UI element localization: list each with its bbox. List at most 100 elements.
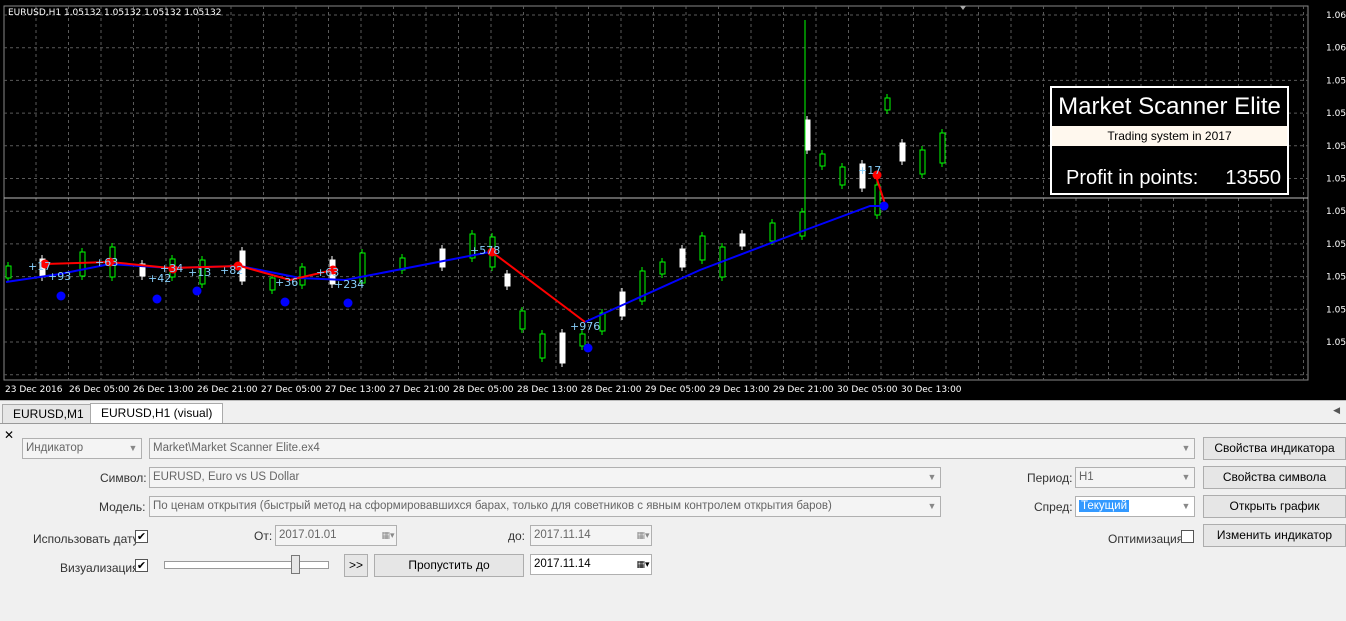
price-axis-label: 1.0510: [1326, 338, 1346, 348]
candle-body: [839, 166, 846, 186]
optimization-checkbox[interactable]: [1181, 530, 1194, 543]
skip-to-button[interactable]: Пропустить до: [374, 554, 524, 577]
calendar-icon: ▦▾: [636, 559, 650, 569]
symbol-value: EURUSD, Euro vs US Dollar: [153, 471, 300, 483]
time-axis-label: 29 Dec 21:00: [773, 385, 834, 395]
from-label: От:: [254, 529, 273, 543]
candle-body: [884, 97, 891, 111]
candle-body: [579, 333, 586, 347]
candle-body: [769, 222, 776, 242]
spread-value: Текущий: [1079, 500, 1129, 512]
chart-ohlc-label: EURUSD,H1 1.05132 1.05132 1.05132 1.0513…: [8, 8, 222, 18]
indicator-file-select[interactable]: Market\Market Scanner Elite.ex4 ▼: [149, 438, 1195, 459]
price-axis-label: 1.0580: [1326, 109, 1346, 119]
scroll-marker-icon: [960, 6, 966, 10]
model-value: По ценам открытия (быстрый метод на сфор…: [153, 500, 832, 512]
spread-label: Спред:: [1034, 500, 1073, 514]
time-axis-label: 23 Dec 2016: [5, 385, 63, 395]
type-select-value: Индикатор: [26, 442, 84, 454]
chevron-down-icon: ▼: [1181, 443, 1191, 453]
panel-subtitle: Trading system in 2017: [1052, 126, 1287, 146]
time-axis-label: 28 Dec 05:00: [453, 385, 514, 395]
trade-profit-label: +976: [570, 320, 600, 333]
price-axis-label: 1.0550: [1326, 207, 1346, 217]
type-select[interactable]: Индикатор ▼: [22, 438, 142, 459]
skip-button[interactable]: >>: [344, 554, 368, 577]
candle-body: [504, 273, 511, 287]
speed-slider-handle[interactable]: [291, 555, 300, 574]
close-icon[interactable]: ✕: [4, 428, 14, 442]
buy-signal-dot: [280, 297, 290, 307]
tab-eurusd-m1[interactable]: EURUSD,M1: [2, 404, 95, 423]
time-axis-label: 26 Dec 05:00: [69, 385, 130, 395]
from-date-value: 2017.01.01: [279, 529, 337, 541]
candle-body: [679, 248, 686, 268]
buy-signal-dot: [152, 294, 162, 304]
buy-signal-dot: [583, 343, 593, 353]
visualization-checkbox[interactable]: ✔: [135, 559, 148, 572]
candle-body: [559, 332, 566, 364]
strategy-tester-panel: ✕ Индикатор ▼ Market\Market Scanner Elit…: [0, 423, 1346, 621]
profit-label: Profit in points:: [1066, 167, 1199, 189]
trade-profit-label: +63: [95, 256, 118, 269]
model-select[interactable]: По ценам открытия (быстрый метод на сфор…: [149, 496, 941, 517]
price-axis-label: 1.0540: [1326, 240, 1346, 250]
time-axis-label: 29 Dec 13:00: [709, 385, 770, 395]
visualization-label: Визуализация: [60, 561, 139, 575]
buy-trade-line: [584, 205, 885, 323]
price-axis-label: 1.0570: [1326, 142, 1346, 152]
time-axis-label: 30 Dec 05:00: [837, 385, 898, 395]
time-axis-label: 26 Dec 21:00: [197, 385, 258, 395]
tabs-scroll-left-icon[interactable]: ◀: [1333, 405, 1340, 416]
buy-signal-dot: [56, 291, 66, 301]
indicator-properties-button[interactable]: Свойства индикатора: [1203, 437, 1346, 460]
candle-body: [79, 251, 86, 277]
use-date-label: Использовать дату: [33, 532, 139, 546]
chart-canvas[interactable]: 1.0610 1.0600 1.0590 1.0580 1.0570 1.0560 1.05…: [0, 0, 1346, 400]
chevron-down-icon: ▼: [927, 472, 937, 482]
chevron-down-icon: ▼: [1181, 472, 1191, 482]
trade-profit-label: +234: [334, 278, 364, 291]
candle-body: [659, 261, 666, 275]
scanner-info-panel: Market Scanner Elite Trading system in 2…: [1050, 86, 1289, 195]
to-date-picker[interactable]: 2017.11.14 ▦▾: [530, 525, 652, 546]
candle-body: [899, 142, 906, 162]
buy-signal-dot: [192, 286, 202, 296]
modify-indicator-button[interactable]: Изменить индикатор: [1203, 524, 1346, 547]
symbol-select[interactable]: EURUSD, Euro vs US Dollar ▼: [149, 467, 941, 488]
chevron-down-icon: ▼: [128, 443, 138, 453]
buy-signal-dot: [879, 201, 889, 211]
time-axis-label: 29 Dec 05:00: [645, 385, 706, 395]
use-date-checkbox[interactable]: ✔: [135, 530, 148, 543]
spread-select[interactable]: Текущий ▼: [1075, 496, 1195, 517]
period-select[interactable]: H1 ▼: [1075, 467, 1195, 488]
skip-date-value: 2017.11.14: [534, 558, 591, 570]
candle-body: [739, 233, 746, 247]
chevron-down-icon: ▼: [1181, 501, 1191, 511]
speed-slider-track[interactable]: [164, 561, 329, 569]
open-chart-button[interactable]: Открыть график: [1203, 495, 1346, 518]
skip-date-picker[interactable]: 2017.11.14 ▦▾: [530, 554, 652, 575]
price-axis-label: 1.0520: [1326, 305, 1346, 315]
tab-eurusd-h1-visual[interactable]: EURUSD,H1 (visual): [90, 403, 224, 424]
from-date-picker[interactable]: 2017.01.01 ▦▾: [275, 525, 397, 546]
time-axis-label: 26 Dec 13:00: [133, 385, 194, 395]
symbol-properties-button[interactable]: Свойства символа: [1203, 466, 1346, 489]
symbol-label: Символ:: [100, 471, 147, 485]
price-axis-label: 1.0590: [1326, 76, 1346, 86]
time-axis-label: 27 Dec 05:00: [261, 385, 322, 395]
chevron-down-icon: ▼: [927, 501, 937, 511]
time-axis-label: 27 Dec 21:00: [389, 385, 450, 395]
price-chart[interactable]: 1.0610 1.0600 1.0590 1.0580 1.0570 1.0560 1.05…: [0, 0, 1346, 400]
calendar-icon: ▦▾: [381, 530, 395, 540]
candle-body: [5, 265, 12, 279]
candle-body: [874, 184, 881, 216]
candle-body: [539, 333, 546, 359]
candle-body: [939, 132, 946, 164]
trade-profit-label: +93: [48, 270, 71, 283]
price-axis-label: 1.0610: [1326, 11, 1346, 21]
indicator-file-value: Market\Market Scanner Elite.ex4: [153, 442, 320, 454]
candle-body: [919, 149, 926, 175]
period-label: Период:: [1027, 471, 1073, 485]
candle-body: [804, 119, 811, 151]
